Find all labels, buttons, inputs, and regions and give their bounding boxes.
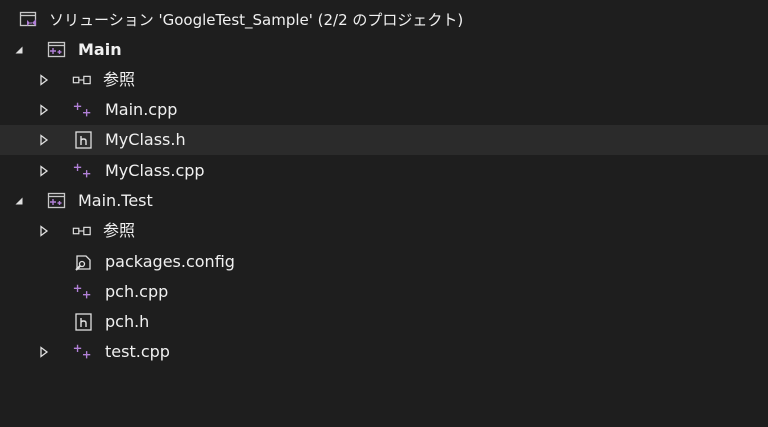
cpp-file-icon (73, 161, 93, 181)
tree-item-pch-h[interactable]: pch.h (0, 307, 768, 337)
references-icon (72, 221, 92, 241)
collapsed-arrow-icon[interactable] (37, 65, 51, 95)
project-node-main[interactable]: Main (0, 35, 768, 65)
cpp-file-icon (73, 342, 93, 362)
tree-item-label: MyClass.cpp (105, 161, 205, 180)
solution-label: ソリューション 'GoogleTest_Sample' (2/2 のプロジェクト… (49, 11, 464, 29)
expanded-arrow-icon[interactable] (12, 186, 26, 216)
solution-node[interactable]: ソリューション 'GoogleTest_Sample' (2/2 のプロジェクト… (0, 5, 768, 35)
references-icon (72, 70, 92, 90)
config-file-icon (74, 252, 94, 272)
collapsed-arrow-icon[interactable] (37, 216, 51, 246)
cpp-file-icon (73, 282, 93, 302)
tree-item-label: MyClass.h (105, 130, 186, 149)
cpp-file-icon (73, 100, 93, 120)
tree-item-label: 参照 (103, 70, 136, 89)
project-label: Main.Test (78, 191, 153, 210)
tree-item-packages-config[interactable]: packages.config (0, 247, 768, 277)
project-label: Main (78, 40, 122, 59)
collapsed-arrow-icon[interactable] (37, 95, 51, 125)
tree-item-label: pch.cpp (105, 282, 169, 301)
header-file-icon (74, 130, 94, 150)
collapsed-arrow-icon[interactable] (37, 337, 51, 367)
cpp-project-icon (47, 191, 67, 211)
vs-solution-icon (19, 10, 39, 30)
tree-item-main-cpp[interactable]: Main.cpp (0, 95, 768, 125)
collapsed-arrow-icon[interactable] (37, 125, 51, 155)
tree-item-myclass-cpp[interactable]: MyClass.cpp (0, 156, 768, 186)
header-file-icon (74, 312, 94, 332)
cpp-project-icon (47, 40, 67, 60)
expanded-arrow-icon[interactable] (12, 35, 26, 65)
tree-item-label: pch.h (105, 312, 150, 331)
tree-item-label: packages.config (105, 252, 235, 271)
tree-item-label: 参照 (103, 221, 136, 240)
tree-item-pch-cpp[interactable]: pch.cpp (0, 277, 768, 307)
collapsed-arrow-icon[interactable] (37, 156, 51, 186)
tree-item-myclass-h[interactable]: MyClass.h (0, 125, 768, 155)
tree-item-label: Main.cpp (105, 100, 178, 119)
project-node-main-test[interactable]: Main.Test (0, 186, 768, 216)
solution-explorer-tree: ソリューション 'GoogleTest_Sample' (2/2 のプロジェクト… (0, 0, 768, 427)
tree-item-references[interactable]: 参照 (0, 65, 768, 95)
tree-item-label: test.cpp (105, 342, 170, 361)
tree-item-references[interactable]: 参照 (0, 216, 768, 246)
tree-item-test-cpp[interactable]: test.cpp (0, 337, 768, 367)
